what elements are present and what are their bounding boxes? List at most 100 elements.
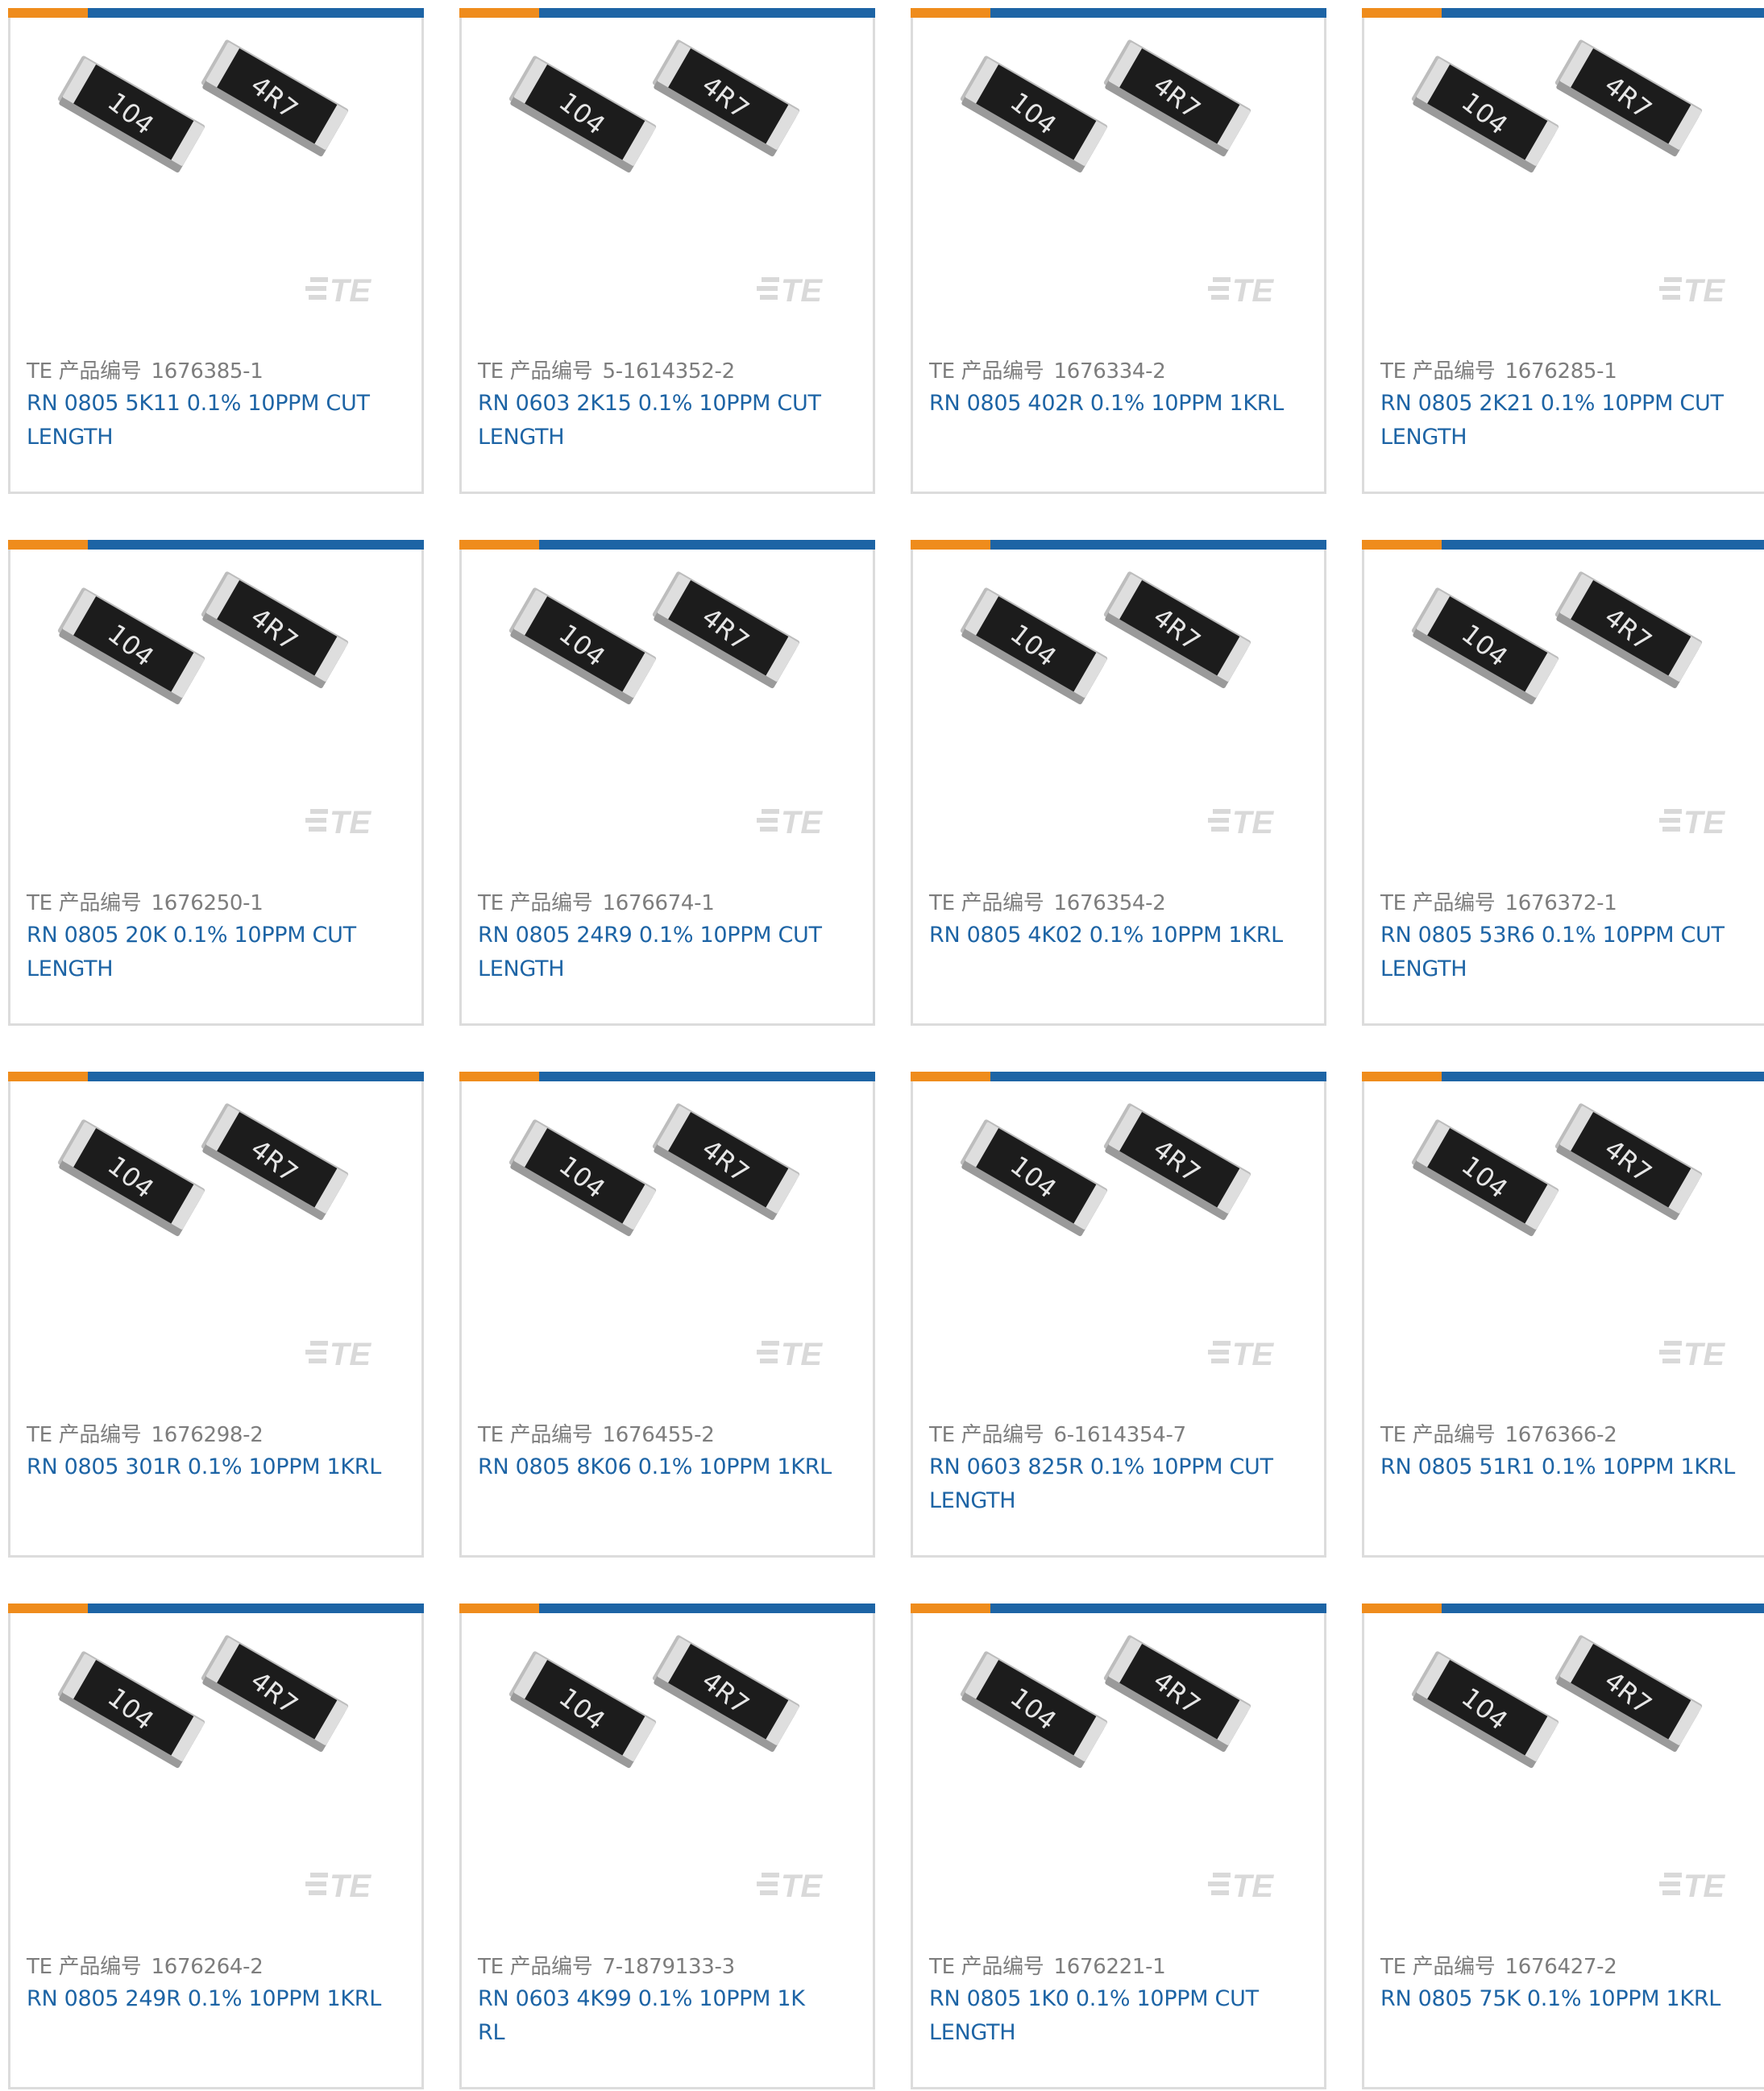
part-number-label: TE 产品编号 <box>1380 1423 1496 1447</box>
te-logo-text: TE <box>1232 273 1274 309</box>
te-logo-text: TE <box>330 1869 371 1904</box>
product-image[interactable]: 104 4R7 TE <box>913 550 1324 864</box>
part-number-row: TE 产品编号 6-1614354-7 <box>929 1418 1186 1448</box>
product-description-link[interactable]: RN 0805 75K 0.1% 10PPM 1KRL <box>1380 1982 1735 2016</box>
product-image[interactable]: 104 4R7 TE <box>1364 1081 1764 1396</box>
product-image[interactable]: 104 4R7 TE <box>1364 1613 1764 1927</box>
product-description-link[interactable]: RN 0805 249R 0.1% 10PPM 1KRL <box>27 1982 381 2016</box>
product-card-16[interactable]: 104 4R7 TE TE 产品编号 1676427-2 RN 0805 75K… <box>1362 1604 1764 2089</box>
product-image[interactable]: 104 4R7 TE <box>1364 550 1764 864</box>
part-number-value: 1676366-2 <box>1505 1423 1617 1447</box>
te-logo: TE <box>1659 1869 1725 1904</box>
accent-orange-segment <box>911 1072 990 1081</box>
product-image[interactable]: 104 4R7 TE <box>913 1613 1324 1927</box>
product-card-4[interactable]: 104 4R7 TE TE 产品编号 1676285-1 RN 0805 2K2… <box>1362 8 1764 494</box>
part-number-row: TE 产品编号 1676264-2 <box>27 1950 264 1980</box>
part-number-label: TE 产品编号 <box>27 1423 142 1447</box>
part-number-row: TE 产品编号 7-1879133-3 <box>478 1950 735 1980</box>
product-description-link[interactable]: RN 0603 2K15 0.1% 10PPM CUT LENGTH <box>478 387 832 454</box>
resistor-chip-right: 4R7 <box>1103 39 1251 157</box>
te-logo: TE <box>1208 1869 1274 1904</box>
product-image[interactable]: 104 4R7 TE <box>10 1081 421 1396</box>
te-logo-text: TE <box>1232 805 1274 840</box>
product-description-link[interactable]: RN 0805 1K0 0.1% 10PPM CUT LENGTH <box>929 1982 1284 2050</box>
product-description-link[interactable]: RN 0805 20K 0.1% 10PPM CUT LENGTH <box>27 919 381 986</box>
product-image[interactable]: 104 4R7 TE <box>913 1081 1324 1396</box>
resistor-chip-right: 4R7 <box>1103 1103 1251 1221</box>
product-card-1[interactable]: 104 4R7 TE TE 产品编号 1676385-1 RN 0805 5K1… <box>8 8 424 494</box>
product-description-link[interactable]: RN 0805 8K06 0.1% 10PPM 1KRL <box>478 1450 832 1484</box>
product-image[interactable]: 104 4R7 TE <box>1364 18 1764 332</box>
product-description-link[interactable]: RN 0805 301R 0.1% 10PPM 1KRL <box>27 1450 381 1484</box>
product-description-link[interactable]: RN 0805 2K21 0.1% 10PPM CUT LENGTH <box>1380 387 1735 454</box>
part-number-row: TE 产品编号 1676372-1 <box>1380 886 1617 916</box>
card-accent-bar <box>459 1604 875 1613</box>
product-description-link[interactable]: RN 0805 4K02 0.1% 10PPM 1KRL <box>929 919 1284 952</box>
product-card-3[interactable]: 104 4R7 TE TE 产品编号 1676334-2 RN 0805 402… <box>911 8 1326 494</box>
product-image[interactable]: 104 4R7 TE <box>10 550 421 864</box>
product-image[interactable]: 104 4R7 TE <box>462 1081 873 1396</box>
product-description-link[interactable]: RN 0603 4K99 0.1% 10PPM 1K RL <box>478 1982 832 2050</box>
product-description-link[interactable]: RN 0805 51R1 0.1% 10PPM 1KRL <box>1380 1450 1735 1484</box>
card-accent-bar <box>911 540 1326 550</box>
part-number-label: TE 产品编号 <box>27 1955 142 1979</box>
product-card-2[interactable]: 104 4R7 TE TE 产品编号 5-1614352-2 RN 0603 2… <box>459 8 875 494</box>
product-image[interactable]: 104 4R7 TE <box>913 18 1324 332</box>
card-accent-bar <box>911 1604 1326 1613</box>
card-accent-bar <box>8 8 424 18</box>
product-card-10[interactable]: 104 4R7 TE TE 产品编号 1676455-2 RN 0805 8K0… <box>459 1072 875 1558</box>
product-card-8[interactable]: 104 4R7 TE TE 产品编号 1676372-1 RN 0805 53R… <box>1362 540 1764 1026</box>
te-logo-text: TE <box>1232 1337 1274 1372</box>
product-card-12[interactable]: 104 4R7 TE TE 产品编号 1676366-2 RN 0805 51R… <box>1362 1072 1764 1558</box>
part-number-label: TE 产品编号 <box>27 891 142 915</box>
product-card-5[interactable]: 104 4R7 TE TE 产品编号 1676250-1 RN 0805 20K… <box>8 540 424 1026</box>
resistor-chip-left: 104 <box>508 587 657 705</box>
part-number-value: 1676455-2 <box>602 1423 715 1447</box>
te-logo-text: TE <box>330 273 371 309</box>
product-description-link[interactable]: RN 0603 825R 0.1% 10PPM CUT LENGTH <box>929 1450 1284 1518</box>
resistor-chip-left: 104 <box>57 56 205 173</box>
resistor-chip-right: 4R7 <box>201 1103 349 1221</box>
part-number-row: TE 产品编号 1676385-1 <box>27 355 264 384</box>
part-number-label: TE 产品编号 <box>929 359 1044 384</box>
card-accent-bar <box>459 540 875 550</box>
resistor-chip-left: 104 <box>960 587 1108 705</box>
product-card-14[interactable]: 104 4R7 TE TE 产品编号 7-1879133-3 RN 0603 4… <box>459 1604 875 2089</box>
product-description-link[interactable]: RN 0805 402R 0.1% 10PPM 1KRL <box>929 387 1284 421</box>
te-logo: TE <box>305 805 371 840</box>
product-card-11[interactable]: 104 4R7 TE TE 产品编号 6-1614354-7 RN 0603 8… <box>911 1072 1326 1558</box>
product-card-13[interactable]: 104 4R7 TE TE 产品编号 1676264-2 RN 0805 249… <box>8 1604 424 2089</box>
product-card-7[interactable]: 104 4R7 TE TE 产品编号 1676354-2 RN 0805 4K0… <box>911 540 1326 1026</box>
accent-orange-segment <box>459 1072 539 1081</box>
resistor-chip-left: 104 <box>1411 1119 1559 1237</box>
card-accent-bar <box>1362 8 1764 18</box>
product-card-6[interactable]: 104 4R7 TE TE 产品编号 1676674-1 RN 0805 24R… <box>459 540 875 1026</box>
card-accent-bar <box>459 8 875 18</box>
product-card-9[interactable]: 104 4R7 TE TE 产品编号 1676298-2 RN 0805 301… <box>8 1072 424 1558</box>
product-card-15[interactable]: 104 4R7 TE TE 产品编号 1676221-1 RN 0805 1K0… <box>911 1604 1326 2089</box>
accent-blue-segment <box>88 8 424 18</box>
product-image[interactable]: 104 4R7 TE <box>462 18 873 332</box>
te-logo-text: TE <box>781 1869 823 1904</box>
te-logo-text: TE <box>1683 1337 1725 1372</box>
product-image[interactable]: 104 4R7 TE <box>462 1613 873 1927</box>
part-number-row: TE 产品编号 1676354-2 <box>929 886 1166 916</box>
card-accent-bar <box>8 1604 424 1613</box>
product-image[interactable]: 104 4R7 TE <box>10 1613 421 1927</box>
card-accent-bar <box>1362 1604 1764 1613</box>
part-number-label: TE 产品编号 <box>929 1955 1044 1979</box>
te-logo: TE <box>305 1337 371 1372</box>
product-description-link[interactable]: RN 0805 24R9 0.1% 10PPM CUT LENGTH <box>478 919 832 986</box>
part-number-row: TE 产品编号 1676221-1 <box>929 1950 1166 1980</box>
accent-blue-segment <box>1442 8 1764 18</box>
te-logo-text: TE <box>1683 273 1725 309</box>
product-description-link[interactable]: RN 0805 53R6 0.1% 10PPM CUT LENGTH <box>1380 919 1735 986</box>
resistor-chip-right: 4R7 <box>652 1103 800 1221</box>
accent-blue-segment <box>539 8 875 18</box>
accent-orange-segment <box>459 8 539 18</box>
product-image[interactable]: 104 4R7 TE <box>462 550 873 864</box>
resistor-chip-right: 4R7 <box>1554 1103 1703 1221</box>
product-description-link[interactable]: RN 0805 5K11 0.1% 10PPM CUT LENGTH <box>27 387 381 454</box>
accent-orange-segment <box>911 8 990 18</box>
product-image[interactable]: 104 4R7 TE <box>10 18 421 332</box>
